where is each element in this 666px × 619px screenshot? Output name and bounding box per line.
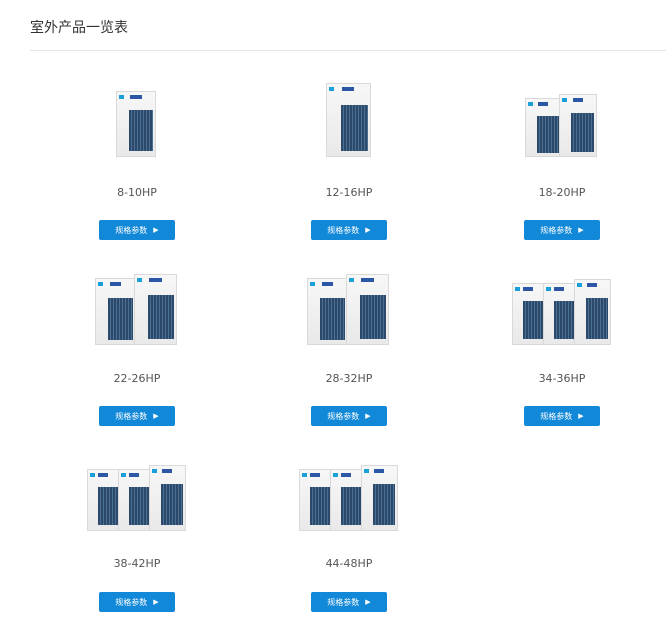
product-card: 38-42HP 规格参数 ▶ <box>37 455 237 619</box>
outdoor-unit-image <box>462 270 662 345</box>
unit-module <box>525 98 561 157</box>
play-arrow-icon: ▶ <box>578 412 584 420</box>
play-arrow-icon: ▶ <box>578 226 584 234</box>
unit-module <box>134 274 177 345</box>
spec-button-label: 规格参数 <box>115 411 148 421</box>
model-label: 12-16HP <box>325 186 373 199</box>
spec-button[interactable]: 规格参数 ▶ <box>524 406 600 426</box>
unit-module <box>360 465 398 531</box>
unit-module <box>95 278 136 345</box>
outdoor-unit-image <box>37 270 237 345</box>
spec-button[interactable]: 规格参数 ▶ <box>99 220 175 240</box>
spec-button[interactable]: 规格参数 ▶ <box>99 406 175 426</box>
unit-module <box>117 469 151 531</box>
spec-button-label: 规格参数 <box>115 225 148 235</box>
model-label: 18-20HP <box>538 186 586 199</box>
spec-button-label: 规格参数 <box>115 597 148 607</box>
product-card: 34-36HP 规格参数 ▶ <box>462 270 662 450</box>
unit-module <box>298 469 332 531</box>
unit-module <box>307 278 348 345</box>
unit-module <box>573 279 611 345</box>
spec-button[interactable]: 规格参数 ▶ <box>524 220 600 240</box>
spec-button[interactable]: 规格参数 ▶ <box>311 406 387 426</box>
model-label: 38-42HP <box>113 557 161 570</box>
play-arrow-icon: ▶ <box>365 412 371 420</box>
product-card: 28-32HP 规格参数 ▶ <box>249 270 449 450</box>
product-card: 12-16HP 规格参数 ▶ <box>249 83 449 265</box>
play-arrow-icon: ▶ <box>153 226 159 234</box>
spec-button-label: 规格参数 <box>327 225 360 235</box>
spec-button[interactable]: 规格参数 ▶ <box>311 220 387 240</box>
unit-module <box>542 283 576 345</box>
spec-button[interactable]: 规格参数 ▶ <box>99 592 175 612</box>
spec-button-label: 规格参数 <box>540 411 573 421</box>
unit-module <box>346 274 389 345</box>
spec-button[interactable]: 规格参数 ▶ <box>311 592 387 612</box>
spec-button-label: 规格参数 <box>327 411 360 421</box>
page-header: 室外产品一览表 <box>30 0 666 51</box>
product-card: 18-20HP 规格参数 ▶ <box>462 85 662 265</box>
model-label: 28-32HP <box>325 372 373 385</box>
page-title: 室外产品一览表 <box>30 20 128 36</box>
outdoor-unit-image <box>37 455 237 531</box>
unit-module <box>329 469 363 531</box>
play-arrow-icon: ▶ <box>365 226 371 234</box>
unit-module <box>325 83 371 157</box>
outdoor-unit-image <box>37 85 237 157</box>
unit-module <box>148 465 186 531</box>
play-arrow-icon: ▶ <box>153 412 159 420</box>
model-label: 22-26HP <box>113 372 161 385</box>
outdoor-unit-image <box>462 85 662 157</box>
outdoor-unit-image <box>249 455 449 531</box>
product-card: 22-26HP 规格参数 ▶ <box>37 270 237 450</box>
spec-button-label: 规格参数 <box>327 597 360 607</box>
product-card: 44-48HP 规格参数 ▶ <box>249 455 449 619</box>
model-label: 44-48HP <box>325 557 373 570</box>
product-card: 8-10HP 规格参数 ▶ <box>37 85 237 265</box>
spec-button-label: 规格参数 <box>540 225 573 235</box>
unit-module <box>511 283 545 345</box>
outdoor-unit-image <box>249 270 449 345</box>
play-arrow-icon: ▶ <box>365 598 371 606</box>
unit-module <box>86 469 120 531</box>
play-arrow-icon: ▶ <box>153 598 159 606</box>
model-label: 8-10HP <box>117 186 157 199</box>
outdoor-unit-image <box>249 83 449 157</box>
unit-module <box>559 94 597 157</box>
model-label: 34-36HP <box>538 372 586 385</box>
unit-module <box>116 91 156 157</box>
